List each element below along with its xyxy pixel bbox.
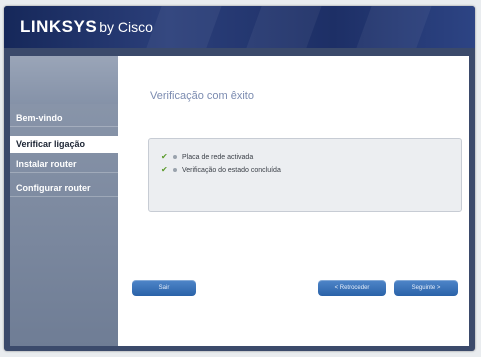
checkmark-icon: ✔ — [161, 165, 168, 174]
checkmark-icon: ✔ — [161, 152, 168, 161]
title-bar: LINKSYS by Cisco — [4, 6, 475, 48]
main-content: Verificação com êxito ✔ Placa de rede act… — [118, 56, 469, 346]
brand-by: by Cisco — [99, 19, 153, 35]
status-text: Placa de rede activada — [182, 154, 254, 161]
installer-window: LINKSYS by Cisco Bem-vindo Verificar liga… — [4, 6, 475, 351]
exit-button[interactable]: Sair — [132, 280, 196, 296]
sidebar-item-bem-vindo[interactable]: Bem-vindo — [10, 110, 118, 127]
sidebar-header — [10, 56, 118, 104]
status-row-verification: ✔ Verificação do estado concluída — [161, 164, 281, 175]
sidebar: Bem-vindo Verificar ligação Instalar rou… — [10, 56, 122, 346]
sidebar-item-instalar-router[interactable]: Instalar router — [10, 156, 118, 173]
back-button[interactable]: < Retroceder — [318, 280, 386, 296]
status-panel: ✔ Placa de rede activada ✔ Verificação do … — [148, 138, 462, 212]
status-text: Verificação do estado concluída — [182, 167, 281, 174]
next-button[interactable]: Seguinte > — [394, 280, 458, 296]
bullet-icon — [173, 154, 177, 159]
page-title: Verificação com êxito — [150, 90, 254, 102]
sidebar-item-configurar-router[interactable]: Configurar router — [10, 180, 118, 197]
linksys-logo: LINKSYS by Cisco — [20, 17, 153, 37]
sidebar-item-verificar-ligacao[interactable]: Verificar ligação — [10, 136, 122, 153]
bullet-icon — [173, 167, 177, 172]
brand-name: LINKSYS — [20, 17, 98, 36]
status-row-network: ✔ Placa de rede activada — [161, 151, 253, 162]
